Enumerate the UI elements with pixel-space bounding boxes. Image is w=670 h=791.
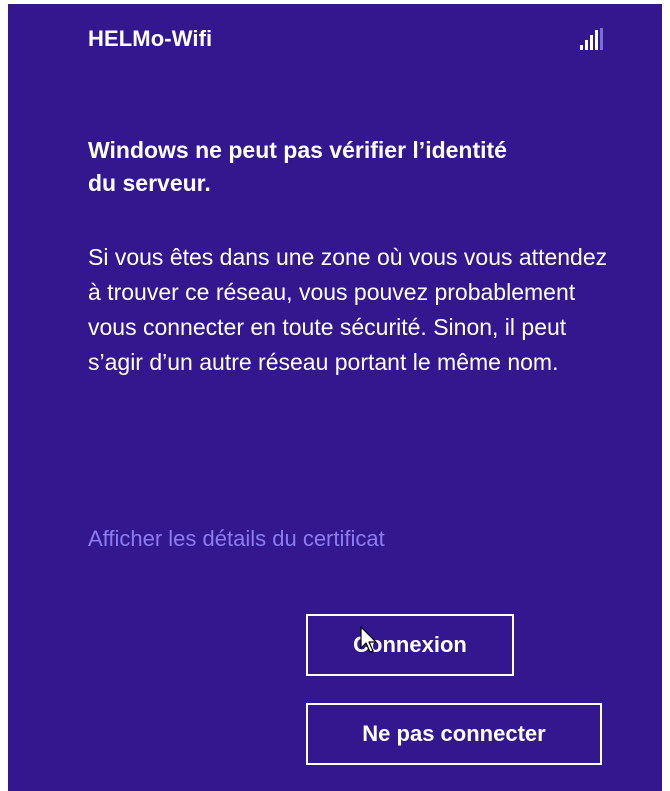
connect-button[interactable]: Connexion	[306, 614, 514, 676]
wifi-flyout-panel: HELMo-Wifi Windows ne peut pas vérifier …	[8, 4, 662, 791]
warning-body: Si vous êtes dans une zone où vous vous …	[88, 244, 608, 375]
warning-title: Windows ne peut pas vérifier l’identité …	[88, 137, 507, 196]
signal-strength-icon	[580, 28, 604, 50]
network-header[interactable]: HELMo-Wifi	[88, 26, 622, 56]
show-certificate-details-link[interactable]: Afficher les détails du certificat	[88, 526, 385, 552]
security-warning-message: Windows ne peut pas vérifier l’identité …	[88, 134, 628, 380]
network-name: HELMo-Wifi	[88, 26, 213, 51]
dont-connect-button[interactable]: Ne pas connecter	[306, 703, 602, 765]
